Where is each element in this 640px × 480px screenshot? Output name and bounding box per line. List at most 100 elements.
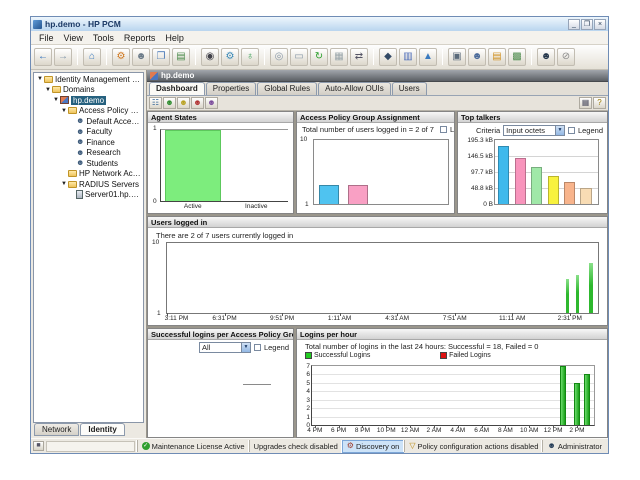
tree-item-default-access-policy-gr[interactable]: ☻Default Access Policy Gr... xyxy=(34,116,143,127)
gridline xyxy=(312,391,594,392)
user-remove-icon[interactable]: ☻ xyxy=(191,97,204,109)
home-icon[interactable]: ⌂ xyxy=(83,48,101,66)
web-services-icon[interactable]: ♁ xyxy=(241,48,259,66)
x-tick-label: 6:31 PM xyxy=(212,315,236,322)
sidebar-tab-network[interactable]: Network xyxy=(34,423,79,436)
group-icon: ☻ xyxy=(76,117,84,125)
settings-icon[interactable]: ⚙ xyxy=(221,48,239,66)
tree-item-server01-hp-demo-192-1[interactable]: Server01.hp.demo(192.1... xyxy=(34,190,143,201)
identity-preferences-icon[interactable]: ⚙ xyxy=(112,48,130,66)
reports-view-icon[interactable]: ▤ xyxy=(172,48,190,66)
gridline xyxy=(495,156,598,157)
gridline xyxy=(495,172,598,173)
admin-user-icon: ☻ xyxy=(547,442,555,450)
tree-item-finance[interactable]: ☻Finance xyxy=(34,137,143,148)
user-add-icon[interactable]: ☻ xyxy=(537,48,555,66)
zoom-icon[interactable]: ◎ xyxy=(270,48,288,66)
chevron-down-icon: ▼ xyxy=(241,343,250,352)
refresh-icon[interactable]: ↻ xyxy=(310,48,328,66)
y-tick-label: 1 xyxy=(303,414,310,421)
maximize-button[interactable]: ❐ xyxy=(581,19,593,30)
tab-dashboard[interactable]: Dashboard xyxy=(149,82,205,95)
tree-item-label: Access Policy Groups xyxy=(79,106,143,115)
panel-logins-per-hour: Logins per hour Total number of logins i… xyxy=(296,328,608,438)
back-icon[interactable]: ← xyxy=(34,48,52,66)
menu-tools[interactable]: Tools xyxy=(88,33,119,43)
tile-windows-icon[interactable]: ▦ xyxy=(579,97,592,109)
x-tick xyxy=(512,313,513,316)
user-report-icon[interactable]: ☷ xyxy=(149,97,162,109)
status-ok-icon: ✓ xyxy=(142,442,150,450)
tree-item-domains[interactable]: ▼Domains xyxy=(34,85,143,96)
group-filter-select[interactable]: All ▼ xyxy=(199,342,251,353)
menu-reports[interactable]: Reports xyxy=(119,33,161,43)
tab-users[interactable]: Users xyxy=(392,82,427,95)
status-maintenance-license-active[interactable]: ✓Maintenance License Active xyxy=(137,440,249,452)
panel-title: Logins per hour xyxy=(297,329,607,340)
forward-icon[interactable]: → xyxy=(54,48,72,66)
legend-checkbox[interactable] xyxy=(440,126,447,133)
folder-icon xyxy=(52,86,61,93)
gantt-view-icon[interactable]: ▥ xyxy=(399,48,417,66)
x-tick-label: 7:51 AM xyxy=(443,315,467,322)
tree-item-students[interactable]: ☻Students xyxy=(34,158,143,169)
x-tick-label: 4:31 AM xyxy=(385,315,409,322)
user-actions: ☷☻☻☻☻ xyxy=(149,97,218,109)
legend-checkbox[interactable] xyxy=(568,127,575,134)
login-spike-1 xyxy=(566,279,569,313)
user-group-add-icon[interactable]: ☻ xyxy=(205,97,218,109)
minimize-button[interactable]: _ xyxy=(568,19,580,30)
criteria-select[interactable]: Input octets ▼ xyxy=(503,125,565,136)
user-add-icon[interactable]: ☻ xyxy=(163,97,176,109)
screen-capture-icon[interactable]: ▦ xyxy=(330,48,348,66)
user-edit-icon[interactable]: ☻ xyxy=(177,97,190,109)
tree-item-radius-servers[interactable]: ▼RADIUS Servers xyxy=(34,179,143,190)
panel-view-icon[interactable]: ▭ xyxy=(290,48,308,66)
status-policy-configuration-actions-disabled[interactable]: ▽Policy configuration actions disabled xyxy=(404,440,542,452)
tree-item-access-policy-groups[interactable]: ▼Access Policy Groups xyxy=(34,106,143,117)
close-button[interactable]: × xyxy=(594,19,606,30)
help-icon[interactable]: ? xyxy=(593,97,606,109)
copy-icon[interactable]: ❐ xyxy=(152,48,170,66)
sidebar-tabs: NetworkIdentity xyxy=(31,423,146,438)
find-icon[interactable]: ◆ xyxy=(379,48,397,66)
content-area: ▼Identity Management Home▼Domains▼hp.dem… xyxy=(31,70,608,438)
sidebar-tab-identity[interactable]: Identity xyxy=(80,423,124,436)
connections-icon[interactable]: ⇄ xyxy=(350,48,368,66)
status-upgrades-check-disabled[interactable]: Upgrades check disabled xyxy=(249,440,342,452)
user-properties-icon[interactable]: ☻ xyxy=(132,48,150,66)
alarms-icon[interactable]: ◉ xyxy=(201,48,219,66)
status-discovery-on[interactable]: ⚙Discovery on xyxy=(342,440,405,453)
legend-checkbox[interactable] xyxy=(254,344,261,351)
toolbar-separator xyxy=(264,49,265,65)
x-tick-label: 4 AM xyxy=(450,427,465,434)
tree-item-faculty[interactable]: ☻Faculty xyxy=(34,127,143,138)
tree-item-research[interactable]: ☻Research xyxy=(34,148,143,159)
user-disable-icon[interactable]: ⊘ xyxy=(557,48,575,66)
menu-file[interactable]: File xyxy=(34,33,59,43)
tree-item-hp-demo[interactable]: ▼hp.demo xyxy=(34,95,143,106)
talker-bar-4 xyxy=(548,176,559,204)
gridline xyxy=(312,383,594,384)
notes-icon[interactable]: ▤ xyxy=(488,48,506,66)
title-bar[interactable]: hp.demo - HP PCM _❐× xyxy=(31,17,608,31)
package-icon[interactable]: ▩ xyxy=(508,48,526,66)
status-administrator[interactable]: ☻Administrator xyxy=(542,440,606,452)
briefcase-icon[interactable]: ▣ xyxy=(448,48,466,66)
x-tick-label: 12 AM xyxy=(401,427,419,434)
panel-title: Users logged in xyxy=(148,217,607,228)
selection-title: hp.demo xyxy=(161,71,194,80)
tree-item-hp-network-access-control[interactable]: HP Network Access Control xyxy=(34,169,143,180)
pie-pointer-line xyxy=(243,384,271,385)
user-groups-icon[interactable]: ☻ xyxy=(468,48,486,66)
tab-global-rules[interactable]: Global Rules xyxy=(257,82,317,95)
tab-properties[interactable]: Properties xyxy=(206,82,256,95)
agent-states-chart: 1 0 ActiveInactive xyxy=(148,123,293,213)
tree-item-identity-management-home[interactable]: ▼Identity Management Home xyxy=(34,74,143,85)
filter-icon: ▽ xyxy=(409,442,415,450)
x-tick-label: 2 PM xyxy=(569,427,584,434)
menu-help[interactable]: Help xyxy=(160,33,189,43)
traffic-monitor-icon[interactable]: ▲ xyxy=(419,48,437,66)
tab-auto-allow-ouis[interactable]: Auto-Allow OUIs xyxy=(318,82,391,95)
menu-view[interactable]: View xyxy=(59,33,88,43)
